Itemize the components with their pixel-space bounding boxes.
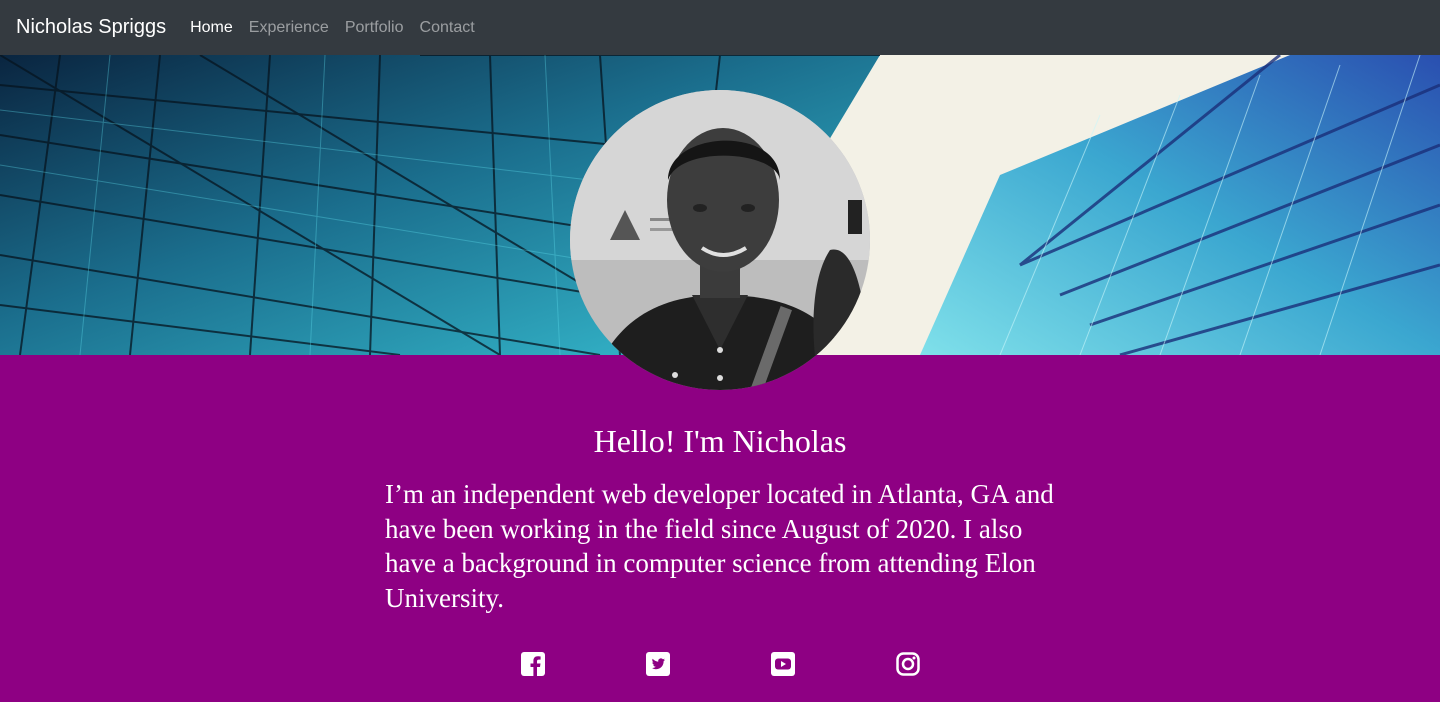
nav-link-portfolio[interactable]: Portfolio [345,19,404,37]
nav-links: Home Experience Portfolio Contact [190,19,491,37]
twitter-icon[interactable] [645,651,671,677]
intro-section: Hello! I'm Nicholas I’m an independent w… [0,355,1440,702]
facebook-icon[interactable] [520,651,546,677]
nav-link-home[interactable]: Home [190,19,233,37]
profile-photo [570,90,870,390]
greeting-heading: Hello! I'm Nicholas [593,423,847,459]
nav-link-contact[interactable]: Contact [420,19,475,37]
social-links [520,651,920,677]
nav-link-experience[interactable]: Experience [249,19,329,37]
instagram-icon[interactable] [895,651,921,677]
youtube-icon[interactable] [770,651,796,677]
avatar-photo-icon [570,90,870,390]
brand-link[interactable]: Nicholas Spriggs [16,16,166,39]
bio-paragraph: I’m an independent web developer located… [385,479,1054,613]
navbar: Nicholas Spriggs Home Experience Portfol… [0,0,1440,55]
